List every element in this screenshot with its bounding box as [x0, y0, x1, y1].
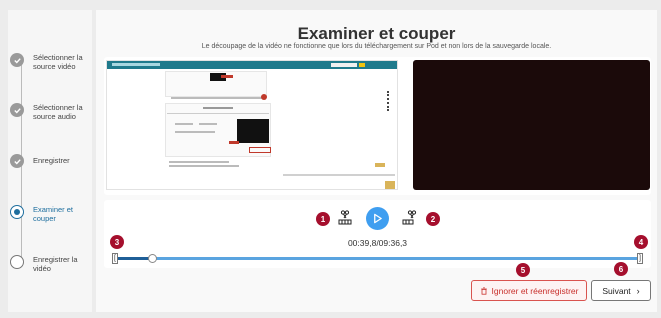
captured-thumbnail: [237, 119, 269, 143]
pending-step-icon: [10, 255, 24, 269]
captured-button: [385, 181, 395, 189]
captured-marker: [261, 94, 267, 100]
captured-box: [249, 147, 271, 153]
step-save-video[interactable]: Enregistrer la vidéo: [10, 255, 94, 273]
check-icon: [10, 154, 24, 168]
captured-text: [283, 174, 395, 176]
captured-text: [171, 97, 263, 99]
captured-toolbar: [107, 61, 397, 69]
callout-badge: 3: [110, 235, 124, 249]
step-label: Sélectionner la source audio: [33, 103, 83, 121]
captured-divider: [167, 113, 269, 114]
next-button-label: Suivant: [602, 285, 631, 296]
playback-time: 00:39,8/09:36,3: [347, 238, 408, 248]
callout-badge: 2: [426, 212, 440, 226]
captured-text: [175, 131, 215, 133]
step-label: Examiner et couper: [33, 205, 74, 223]
cut-end-bracket[interactable]: ]: [637, 253, 643, 264]
step-record[interactable]: Enregistrer: [10, 154, 94, 168]
captured-marker: [221, 75, 233, 78]
play-button[interactable]: [366, 207, 389, 230]
timeline-playhead[interactable]: [147, 254, 157, 263]
next-button[interactable]: Suivant ›: [591, 280, 651, 301]
cut-end-icon[interactable]: [402, 210, 418, 226]
callout-badge: 1: [316, 212, 330, 226]
step-label: Enregistrer la vidéo: [33, 255, 78, 273]
callout-badge: 5: [516, 263, 530, 277]
cut-start-icon[interactable]: [337, 210, 353, 226]
step-select-audio-source[interactable]: Sélectionner la source audio: [10, 103, 94, 121]
callout-badge: 6: [614, 262, 628, 276]
captured-text: [203, 107, 233, 109]
captured-text: [199, 123, 217, 125]
captured-text: [169, 161, 229, 163]
cut-start-bracket[interactable]: [: [112, 253, 118, 264]
page-title: Examiner et couper: [297, 24, 456, 43]
timeline-track[interactable]: [116, 257, 639, 260]
step-label: Sélectionner la source vidéo: [33, 53, 83, 71]
step-label: Enregistrer: [33, 156, 70, 165]
trash-icon: [480, 286, 487, 295]
captured-text: [169, 165, 239, 167]
step-review-and-cut[interactable]: Examiner et couper: [10, 205, 94, 223]
timeline-played-section: [116, 257, 153, 260]
ignore-and-rerecord-button[interactable]: Ignorer et réenregistrer: [471, 280, 587, 301]
captured-text: [175, 123, 193, 125]
step-select-video-source[interactable]: Sélectionner la source vidéo: [10, 53, 94, 71]
page-subtitle: Le découpage de la vidéo ne fonctionne q…: [201, 43, 552, 50]
ignore-button-label: Ignorer et réenregistrer: [491, 285, 579, 296]
chevron-right-icon: ›: [636, 285, 640, 296]
screen-video-preview[interactable]: [106, 60, 398, 190]
captured-button: [375, 163, 385, 167]
camera-video-preview[interactable]: [413, 60, 650, 190]
play-icon: [374, 213, 382, 224]
callout-badge: 4: [634, 235, 648, 249]
active-step-icon: [10, 205, 24, 219]
check-icon: [10, 53, 24, 67]
captured-marker: [229, 141, 239, 144]
check-icon: [10, 103, 24, 117]
captured-side-icons: [387, 91, 390, 111]
